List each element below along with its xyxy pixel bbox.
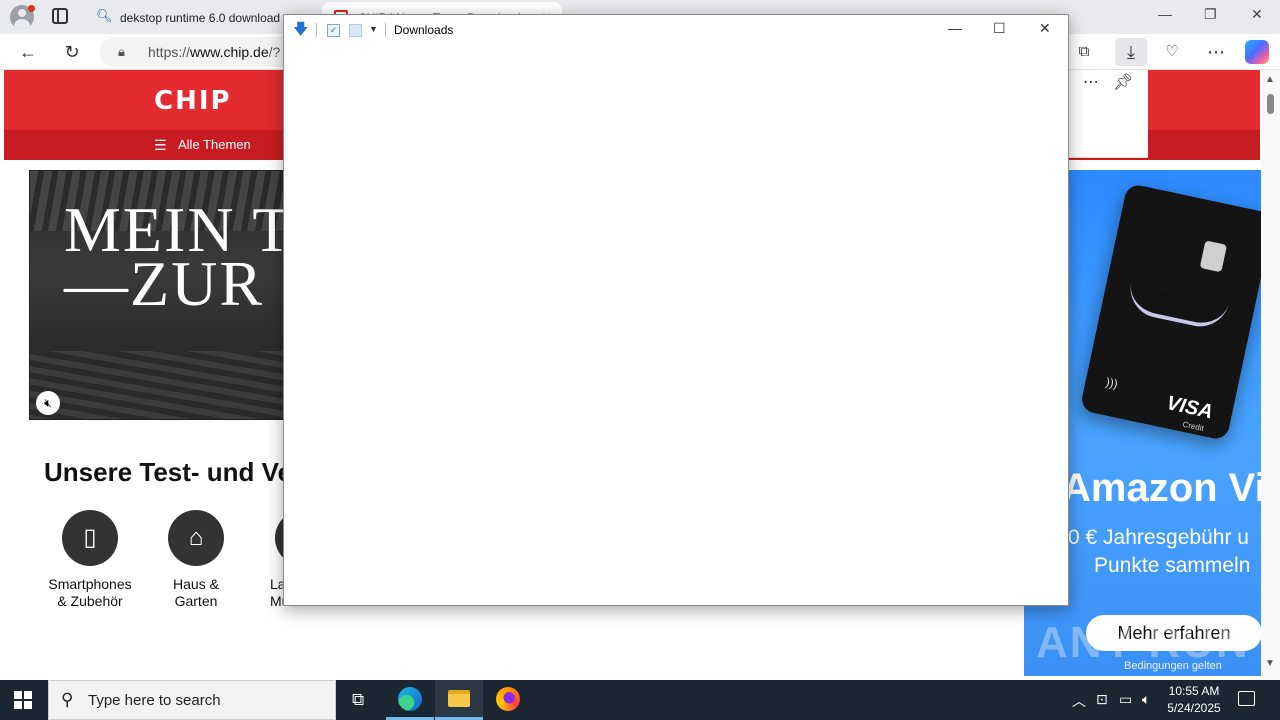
nav-all-topics[interactable]: Alle Themen — [178, 137, 251, 152]
task-view-icon[interactable]: ⧉ — [338, 680, 386, 720]
smartphone-icon: ▯ — [62, 510, 118, 566]
divider — [316, 23, 317, 37]
scroll-up-icon[interactable]: ▲ — [1265, 74, 1275, 85]
category-label: Haus & Garten — [173, 576, 219, 609]
pin-icon[interactable]: 📌︎ — [1113, 72, 1133, 92]
ad-subline-1: 0 € Jahresgebühr u — [1068, 526, 1249, 549]
card-chip-icon — [1199, 240, 1228, 273]
tab-actions-icon[interactable] — [52, 8, 68, 24]
profile-alert-badge — [28, 5, 35, 12]
category-laptop[interactable]: LaMu — [233, 510, 283, 610]
quick-access-dropdown-icon[interactable]: ▼ — [369, 24, 378, 34]
category-smartphones[interactable]: ▯ Smartphones & Zubehör — [40, 510, 140, 610]
new-folder-icon[interactable] — [349, 24, 362, 37]
amazon-smile-logo — [1125, 281, 1230, 332]
explorer-title: Downloads — [394, 23, 454, 37]
settings-more-icon[interactable]: ⋯ — [1204, 40, 1228, 64]
ad-headline: Amazon Vis — [1062, 466, 1261, 510]
address-bar[interactable]: 🔒︎ https://www.chip.de/? — [100, 37, 300, 67]
scroll-thumb[interactable] — [1267, 94, 1274, 114]
notification-icon[interactable] — [1238, 691, 1255, 706]
anyrun-watermark: ANY RUN — [1036, 618, 1250, 667]
explorer-close-icon[interactable]: ✕ — [1039, 20, 1051, 37]
taskbar: ⚲ Type here to search ⧉ ︿ ⊡ ▭ 🔈︎ 10:55 A… — [0, 680, 1280, 720]
browser-close-icon[interactable]: ✕ — [1251, 6, 1263, 23]
edge-taskbar-icon[interactable] — [386, 680, 434, 720]
category-label: LaMu — [270, 576, 283, 609]
tray-overflow-icon[interactable]: ︿ — [1072, 691, 1086, 711]
firefox-taskbar-icon[interactable] — [484, 680, 532, 720]
address-url: https://www.chip.de/? — [148, 44, 281, 60]
tray-device-icon[interactable]: ⊡ — [1096, 691, 1108, 708]
video-floor — [30, 351, 284, 419]
laptop-icon — [275, 510, 283, 566]
category-house-garden[interactable]: ⌂ Haus & Garten — [146, 510, 246, 610]
search-placeholder: Type here to search — [88, 692, 221, 709]
downloads-panel: ⋯ 📌︎ — [1068, 70, 1148, 158]
clock-time: 10:55 AM — [1168, 684, 1220, 698]
collections-icon[interactable]: ⧉ — [1072, 40, 1096, 64]
video-ad[interactable]: MEIN T —ZUR 🔇︎ — [29, 170, 285, 420]
category-label: Smartphones & Zubehör — [48, 576, 132, 609]
downloads-icon[interactable]: ⤓ — [1115, 38, 1147, 66]
divider — [385, 23, 386, 37]
network-icon[interactable]: ▭ — [1119, 691, 1132, 708]
search-favicon-icon: 🔍︎ — [96, 8, 113, 23]
file-explorer-taskbar-icon[interactable] — [435, 680, 483, 720]
lock-icon[interactable]: 🔒︎ — [118, 37, 125, 67]
downloads-more-icon[interactable]: ⋯ — [1083, 72, 1099, 92]
page-scrollbar[interactable]: ▲ ▼ — [1261, 70, 1280, 680]
search-icon: ⚲ — [61, 690, 74, 709]
taskbar-search[interactable]: ⚲ Type here to search — [48, 680, 336, 720]
downloads-arrow-icon: 🡇 — [293, 21, 309, 38]
ad-subline-2: Punkte sammeln — [1094, 554, 1251, 577]
explorer-minimize-icon[interactable]: — — [948, 20, 962, 36]
copilot-icon[interactable] — [1245, 40, 1269, 64]
back-icon[interactable]: ← — [16, 40, 40, 64]
volume-icon[interactable]: 🔈︎ — [1142, 691, 1150, 708]
windows-start-icon[interactable] — [14, 691, 32, 709]
mute-icon[interactable]: 🔇︎ — [36, 391, 60, 415]
section-title: Unsere Test- und Ver — [44, 457, 303, 487]
menu-icon[interactable]: ☰ — [154, 137, 167, 154]
refresh-icon[interactable]: ↻ — [60, 40, 84, 64]
taskbar-clock[interactable]: 10:55 AM 5/24/2025 — [1160, 683, 1228, 717]
explorer-maximize-icon[interactable]: ☐ — [993, 20, 1006, 37]
site-logo[interactable]: CHIP — [154, 86, 232, 116]
explorer-window[interactable]: 🡇 ✓ ▼ Downloads — ☐ ✕ — [283, 14, 1069, 606]
browser-essentials-icon[interactable]: ♡ — [1160, 40, 1184, 64]
scroll-down-icon[interactable]: ▼ — [1265, 658, 1275, 669]
tab-title: dekstop runtime 6.0 download — [120, 11, 281, 25]
contactless-icon: ))) — [1104, 374, 1120, 392]
explorer-titlebar[interactable]: 🡇 ✓ ▼ Downloads — ☐ ✕ — [284, 15, 1068, 45]
clock-date: 5/24/2025 — [1167, 701, 1221, 715]
video-text-line2: —ZUR — [64, 248, 264, 319]
browser-restore-icon[interactable]: ❐ — [1204, 6, 1217, 23]
visa-logo: VISA — [1164, 392, 1215, 424]
credit-card-image: ))) VISA Credit — [1079, 182, 1261, 442]
house-icon: ⌂ — [168, 510, 224, 566]
properties-icon[interactable]: ✓ — [327, 24, 340, 37]
browser-minimize-icon[interactable]: — — [1158, 6, 1172, 22]
